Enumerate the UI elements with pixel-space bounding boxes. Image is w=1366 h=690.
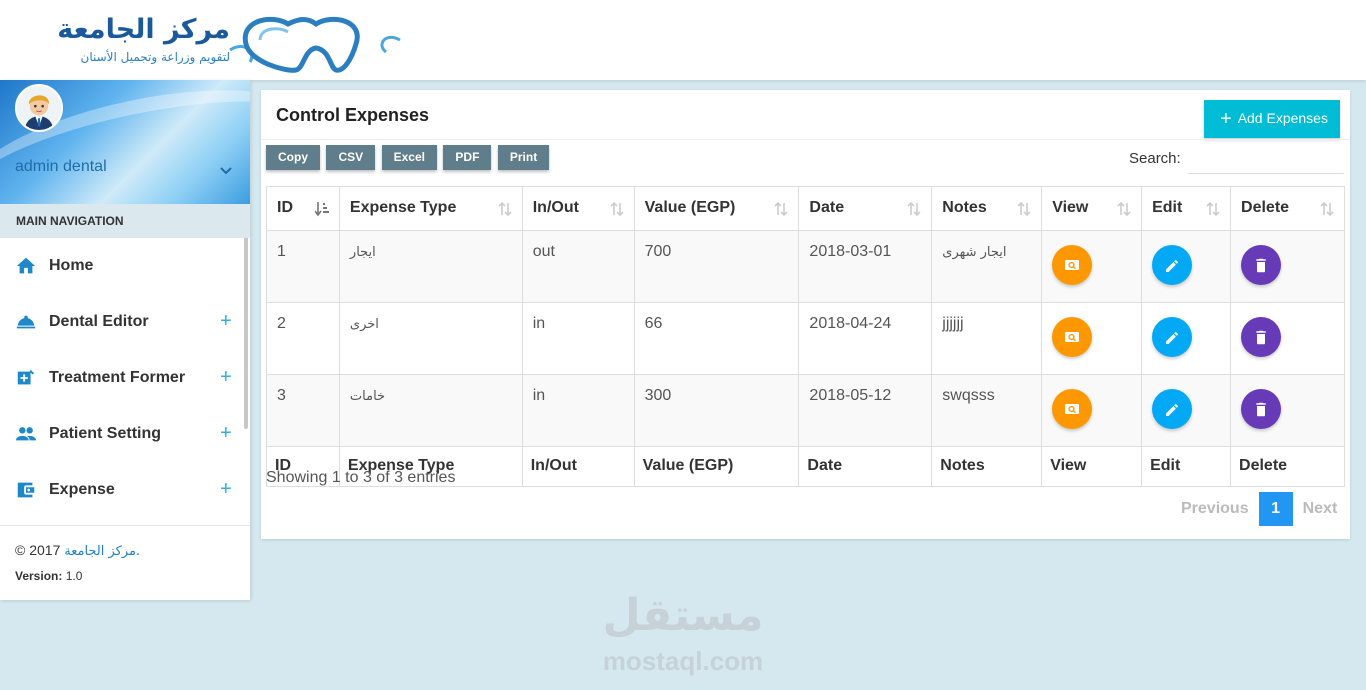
- search-input[interactable]: [1188, 144, 1344, 174]
- expenses-box: Control Expenses + Add Expenses Copy CSV …: [261, 90, 1350, 539]
- tooth-logo-icon: [229, 16, 401, 73]
- excel-button[interactable]: Excel: [381, 145, 437, 170]
- column-header-in-out[interactable]: In/Out: [521, 186, 635, 231]
- sidebar-footer: © 2017 مركز الجامعة. Version: 1.0: [0, 525, 250, 599]
- view-icon: [1065, 260, 1080, 270]
- expand-plus-icon[interactable]: +: [220, 422, 232, 445]
- delete-button[interactable]: [1241, 245, 1282, 285]
- logo-subtitle: لتقويم وزراعة وتجميل الأسنان: [80, 50, 230, 64]
- column-header-view[interactable]: View: [1041, 186, 1143, 231]
- table-info: Showing 1 to 3 of 3 entries: [266, 469, 456, 486]
- copy-button[interactable]: Copy: [266, 145, 320, 170]
- sidebar-item-label: Expense: [49, 481, 115, 498]
- nav-list: Home Dental Editor + Treatment Former + …: [0, 238, 250, 518]
- copyright: © 2017 مركز الجامعة.: [15, 542, 141, 559]
- pencil-icon: [1166, 259, 1179, 272]
- sidebar: admin dental MAIN NAVIGATION Home Dental…: [0, 80, 250, 600]
- brand-link[interactable]: مركز الجامعة: [64, 544, 136, 559]
- expand-plus-icon[interactable]: +: [220, 478, 232, 501]
- edit-button[interactable]: [1152, 389, 1193, 429]
- trash-icon: [1256, 330, 1266, 345]
- page-1-button[interactable]: 1: [1258, 492, 1293, 526]
- watermark-arabic: مستقل: [602, 590, 764, 641]
- column-header-delete[interactable]: Delete: [1230, 186, 1345, 231]
- sidebar-item-label: Patient Setting: [49, 425, 162, 442]
- chevron-down-icon[interactable]: [218, 162, 234, 178]
- watermark-latin: mostaql.com: [602, 646, 764, 676]
- column-header-expense-type[interactable]: Expense Type: [338, 186, 523, 231]
- csv-button[interactable]: CSV: [326, 145, 376, 170]
- home-icon: [16, 257, 36, 274]
- sidebar-item-expense[interactable]: Expense +: [0, 462, 250, 518]
- view-button[interactable]: [1052, 389, 1093, 429]
- plus-icon: +: [1220, 107, 1232, 130]
- view-button[interactable]: [1052, 245, 1093, 285]
- people-icon: [15, 427, 37, 441]
- sort-both-icon: [1320, 201, 1334, 217]
- column-header-id[interactable]: ID: [266, 186, 340, 231]
- user-panel: admin dental: [0, 80, 250, 204]
- edit-button[interactable]: [1152, 245, 1193, 285]
- pagination: Previous 1 Next: [1171, 492, 1347, 526]
- logo-title: مركز الجامعة: [57, 14, 230, 45]
- dish-icon: [16, 315, 36, 329]
- table-header-row: ID Expense Type In/Out Value (EGP) Date …: [266, 186, 1345, 231]
- table-row: 3 خامات in 300 2018-05-12 swqsss: [266, 374, 1345, 447]
- medical-add-icon: [17, 369, 35, 385]
- pencil-icon: [1166, 403, 1179, 416]
- add-expenses-button[interactable]: + Add Expenses: [1204, 100, 1340, 138]
- avatar[interactable]: [15, 84, 63, 132]
- trash-icon: [1256, 258, 1266, 273]
- nav-header: MAIN NAVIGATION: [0, 204, 250, 238]
- expenses-table: ID Expense Type In/Out Value (EGP) Date …: [266, 186, 1345, 487]
- sidebar-item-label: Dental Editor: [49, 313, 149, 330]
- sidebar-item-home[interactable]: Home: [0, 238, 250, 294]
- sidebar-item-treatment-former[interactable]: Treatment Former +: [0, 350, 250, 406]
- user-avatar-icon: [17, 86, 61, 130]
- edit-button[interactable]: [1152, 317, 1193, 357]
- sidebar-item-label: Home: [49, 257, 94, 274]
- wallet-icon: [17, 482, 35, 498]
- expand-plus-icon[interactable]: +: [220, 310, 232, 333]
- view-icon: [1065, 332, 1080, 342]
- view-button[interactable]: [1052, 317, 1093, 357]
- pdf-button[interactable]: PDF: [443, 145, 492, 170]
- user-name[interactable]: admin dental: [15, 158, 107, 176]
- sort-both-icon: [1206, 201, 1220, 217]
- sort-both-icon: [1117, 201, 1131, 217]
- pencil-icon: [1166, 331, 1179, 344]
- export-buttons: Copy CSV Excel PDF Print: [266, 145, 551, 170]
- sidebar-item-patient-setting[interactable]: Patient Setting +: [0, 406, 250, 462]
- delete-button[interactable]: [1241, 317, 1282, 357]
- logo[interactable]: مركز الجامعة لتقويم وزراعة وتجميل الأسنا…: [10, 8, 410, 74]
- table-row: 1 ايجار out 700 2018-03-01 ايجار شهرى: [266, 230, 1345, 303]
- sidebar-item-label: Treatment Former: [49, 369, 186, 386]
- expand-plus-icon[interactable]: +: [220, 366, 232, 389]
- sidebar-item-dental-editor[interactable]: Dental Editor +: [0, 294, 250, 350]
- sort-both-icon: [774, 201, 788, 217]
- page-title: Control Expenses: [276, 105, 430, 125]
- table-row: 2 اخرى in 66 2018-04-24 jjjjjj: [266, 302, 1345, 375]
- next-page-button[interactable]: Next: [1293, 492, 1348, 526]
- column-header-edit[interactable]: Edit: [1141, 186, 1232, 231]
- column-header-value[interactable]: Value (EGP): [633, 186, 800, 231]
- sort-both-icon: [1017, 201, 1031, 217]
- version-info: Version: 1.0: [15, 569, 83, 583]
- column-header-date[interactable]: Date: [798, 186, 933, 231]
- print-button[interactable]: Print: [497, 145, 550, 170]
- sort-both-icon: [498, 201, 512, 217]
- trash-icon: [1256, 402, 1266, 417]
- search-label: Search:: [1129, 150, 1181, 167]
- top-header: مركز الجامعة لتقويم وزراعة وتجميل الأسنا…: [0, 0, 1366, 80]
- previous-page-button[interactable]: Previous: [1171, 492, 1259, 526]
- view-icon: [1065, 404, 1080, 414]
- sort-asc-icon: [314, 202, 329, 217]
- column-header-notes[interactable]: Notes: [931, 186, 1043, 231]
- delete-button[interactable]: [1241, 389, 1282, 429]
- sort-both-icon: [907, 201, 921, 217]
- sort-both-icon: [610, 201, 624, 217]
